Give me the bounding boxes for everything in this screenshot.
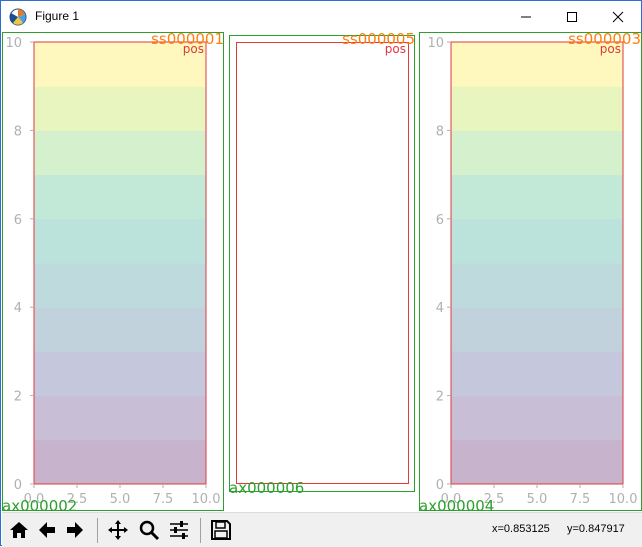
y-tick-label: 4 xyxy=(14,301,22,316)
subplot-spec-label: ss000005 xyxy=(342,32,415,48)
heatmap-band xyxy=(34,42,206,87)
heatmap-band xyxy=(34,263,206,308)
y-tick-label: 0 xyxy=(436,478,444,493)
heatmap-band xyxy=(451,263,623,308)
y-tick-label: 4 xyxy=(436,301,444,316)
heatmap-band xyxy=(34,439,206,485)
x-tick-label: 7.5 xyxy=(153,492,174,507)
axes-frame xyxy=(236,42,409,484)
back-button[interactable] xyxy=(34,517,60,543)
heatmap-band xyxy=(451,307,623,352)
pan-button[interactable] xyxy=(105,517,131,543)
matplotlib-figure-icon xyxy=(9,8,27,26)
y-tick-label: 8 xyxy=(436,124,444,139)
heatmap-band xyxy=(34,395,206,441)
axes-id-label: ax000002 xyxy=(2,497,77,512)
toolbar-separator xyxy=(97,518,98,543)
y-tick-label: 2 xyxy=(14,390,22,405)
save-button[interactable] xyxy=(208,517,234,543)
x-coordinate-readout: x=0.853125 xyxy=(492,523,550,535)
heatmap-band xyxy=(451,439,623,485)
heatmap-band xyxy=(34,174,206,220)
figure-canvas[interactable]: 0 2 4 6 8 10 0.0 2.5 5.0 7.5 10.0 pos ss000001 0 2 4 6 8 1… xyxy=(2,32,642,512)
y-tick-label: 6 xyxy=(436,213,444,228)
heatmap-band xyxy=(451,86,623,131)
heatmap-band xyxy=(451,130,623,176)
window-title: Figure 1 xyxy=(35,9,80,23)
subplot-spec-label: ss000001 xyxy=(151,32,224,48)
heatmap-band xyxy=(451,395,623,441)
maximize-icon xyxy=(567,11,577,22)
x-tick-label: 5.0 xyxy=(110,492,131,507)
minimize-button[interactable] xyxy=(503,1,549,32)
y-tick-label: 10 xyxy=(5,36,22,51)
x-tick-label: 10.0 xyxy=(192,492,221,507)
heatmap-band xyxy=(34,86,206,131)
toolbar-separator xyxy=(200,518,201,543)
y-tick-label: 2 xyxy=(436,390,444,405)
heatmap-band xyxy=(451,174,623,220)
subplot-spec-label: ss000003 xyxy=(568,32,641,48)
configure-subplots-icon xyxy=(170,521,188,539)
save-icon xyxy=(211,520,231,540)
heatmap-band xyxy=(451,351,623,397)
figure-window: Figure 1 0 2 4 6 8 10 0.0 2.5 5.0 7.5 10.0 pos ss000… xyxy=(0,0,642,547)
home-button[interactable] xyxy=(6,517,32,543)
y-tick-label: 6 xyxy=(14,213,22,228)
axes-id-label: ax000006 xyxy=(229,479,304,497)
pan-icon xyxy=(108,520,128,540)
heatmap-band xyxy=(34,307,206,352)
x-tick-label: 10.0 xyxy=(609,492,638,507)
y-tick-label: 8 xyxy=(14,124,22,139)
maximize-button[interactable] xyxy=(549,1,595,32)
zoom-icon xyxy=(139,520,160,541)
x-tick-label: 5.0 xyxy=(527,492,548,507)
figure-svg: 02468100.0 2.5 5.0 7.5 10.0posss000001024681… xyxy=(2,32,642,512)
y-tick-label: 0 xyxy=(14,478,22,493)
close-icon xyxy=(612,11,624,22)
forward-icon xyxy=(67,522,83,538)
x-tick-label: 7.5 xyxy=(570,492,591,507)
heatmap-band xyxy=(34,130,206,176)
close-button[interactable] xyxy=(595,1,641,32)
heatmap-band xyxy=(34,218,206,264)
axes-id-label: ax000004 xyxy=(419,497,494,512)
y-coordinate-readout: y=0.847917 xyxy=(567,523,625,535)
forward-button[interactable] xyxy=(62,517,88,543)
configure-subplots-button[interactable] xyxy=(166,517,192,543)
heatmap-band xyxy=(451,42,623,87)
zoom-button[interactable] xyxy=(136,517,162,543)
navigation-toolbar: x=0.853125 y=0.847917 xyxy=(2,512,642,547)
home-icon xyxy=(10,522,28,538)
y-tick-label: 10 xyxy=(427,36,444,51)
heatmap-band xyxy=(451,218,623,264)
title-bar[interactable]: Figure 1 xyxy=(1,1,641,32)
back-icon xyxy=(39,522,55,538)
minimize-icon xyxy=(521,16,531,17)
heatmap-band xyxy=(34,351,206,397)
